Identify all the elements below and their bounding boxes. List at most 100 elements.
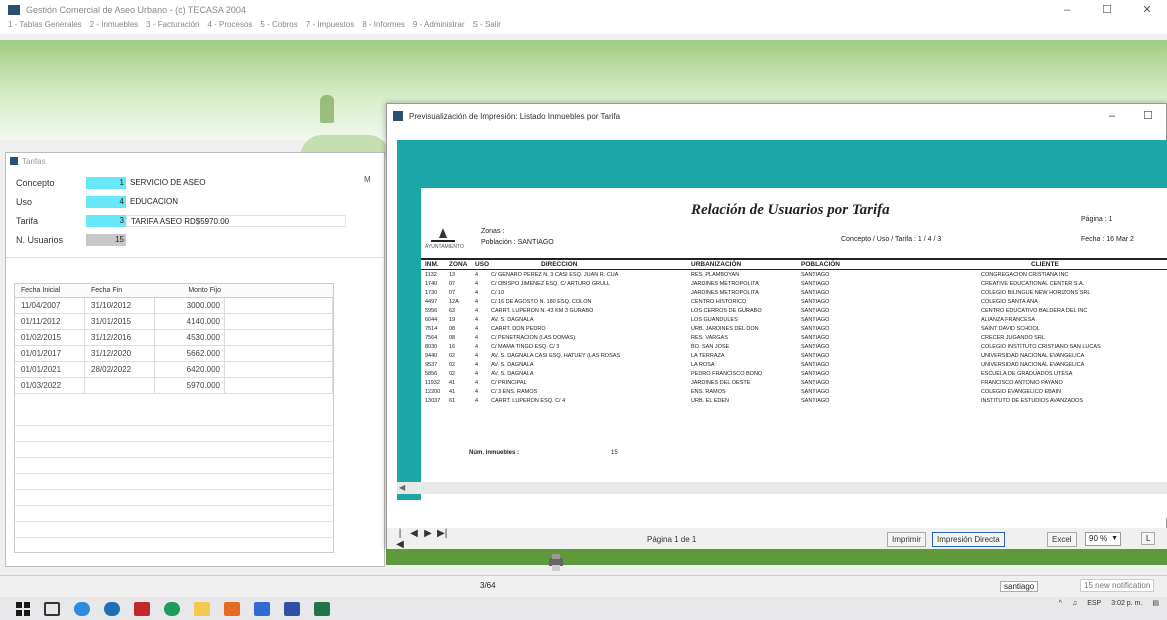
print-button[interactable]: Imprimir — [887, 532, 926, 547]
cell-monto: 4140.000 — [155, 314, 225, 329]
report-column-headers: INM. ZONA USO DIRECCION URBANIZACIÓN POB… — [421, 258, 1167, 270]
uso-desc: EDUCACION — [130, 196, 179, 206]
language-indicator[interactable]: ESP — [1087, 600, 1101, 607]
cell-cliente: COLEGIO INSTITUTO CRISTIANO SAN LUCAS — [981, 344, 1101, 350]
preview-canvas[interactable]: AYUNTAMIENTO Relación de Usuarios por Ta… — [397, 140, 1167, 518]
cell-cliente: CREATIVE EDUCATIONAL CENTER S.A. — [981, 281, 1085, 287]
cell-urbanizacion: URB. JARDINES DEL DON — [691, 326, 759, 332]
table-row[interactable]: 01/03/2022 5970.000 — [15, 378, 333, 394]
windows-start-icon[interactable] — [16, 601, 30, 616]
table-row[interactable]: 01/02/2015 31/12/2016 4530.000 — [15, 330, 333, 346]
menu-tablas[interactable]: 1 - Tablas Generales — [8, 20, 82, 34]
cell-poblacion: SANTIAGO — [801, 335, 830, 341]
last-page-button[interactable]: ▶| — [437, 528, 447, 550]
cell-uso: 4 — [475, 335, 479, 341]
col-fecha-inicial[interactable]: Fecha Inicial — [15, 284, 85, 297]
menu-impuestos[interactable]: 7 - Impuestos — [306, 20, 354, 34]
cell-zona: 02 — [449, 353, 456, 359]
usuarios-count: 15 — [86, 233, 126, 246]
app-icon — [8, 5, 20, 15]
menu-informes[interactable]: 8 - Informes — [362, 20, 405, 34]
concepto-code-field[interactable]: 1 — [86, 176, 126, 189]
zoom-select[interactable]: 90 % ▼ — [1085, 532, 1121, 546]
report-row: 1740 07 4 C/ OBISPO JIMENEZ ESQ. C/ ARTURO … — [421, 281, 1167, 290]
next-page-button[interactable]: ▶ — [423, 528, 433, 550]
clock[interactable]: 3:02 p. m. — [1111, 600, 1142, 607]
excel-icon[interactable] — [314, 601, 330, 616]
uso-code-field[interactable]: 4 — [86, 195, 126, 208]
maximize-button[interactable]: ☐ — [1130, 104, 1166, 128]
minimize-button[interactable]: – — [1094, 104, 1130, 128]
foxit-icon[interactable] — [134, 601, 150, 616]
task-view-icon[interactable] — [44, 601, 60, 616]
network-icon[interactable]: ♫ — [1072, 600, 1077, 607]
browser-icon[interactable] — [164, 601, 180, 616]
cell-monto: 4530.000 — [155, 330, 225, 345]
preview-toolbar: |◀ ◀ ▶ ▶| Página 1 de 1 Imprimir Impresi… — [387, 528, 1167, 550]
printer-icon[interactable] — [545, 552, 567, 574]
usuarios-row: N. Usuarios 15 — [16, 232, 374, 247]
col-monto-fijo[interactable]: Monto Fijo — [155, 284, 225, 297]
cell-urbanizacion: CENTRO HISTORICO — [691, 299, 747, 305]
cell-fecha-fin: 31/12/2016 — [85, 330, 155, 345]
record-counter: 3/64 — [480, 581, 496, 590]
grid-empty-rows — [15, 410, 333, 552]
close-button[interactable]: ✕ — [1127, 0, 1167, 20]
direct-print-button[interactable]: Impresión Directa — [932, 532, 1005, 547]
menu-cobros[interactable]: 5 - Cobros — [260, 20, 297, 34]
table-row[interactable]: 01/11/2012 31/01/2015 4140.000 — [15, 314, 333, 330]
taskbar: ^ ♫ ESP 3:02 p. m. ▤ — [0, 597, 1167, 620]
report-row: 5956 63 4 CARRT. LUPERON N. 43 KM 3 GURABO L… — [421, 308, 1167, 317]
hdr-inm: INM. — [425, 261, 439, 268]
extra-button[interactable]: L — [1141, 532, 1156, 545]
notifications-badge[interactable]: 15 new notification — [1080, 579, 1155, 592]
report-row: 12200 41 4 C/ 3 ENS. RAMOS ENS. RAMOS SANTIAG… — [421, 389, 1167, 398]
first-page-button[interactable]: |◀ — [395, 528, 405, 550]
tarifa-code-field[interactable]: 3 — [86, 214, 126, 227]
grid-header: Fecha Inicial Fecha Fin Monto Fijo — [15, 284, 333, 298]
report-total-label: Núm. inmuebles : — [469, 450, 520, 456]
menu-inmuebles[interactable]: 2 - Inmuebles — [90, 20, 138, 34]
menu-procesos[interactable]: 4 - Procesos — [208, 20, 253, 34]
app-icon-orange[interactable] — [224, 601, 240, 616]
main-titlebar: Gestión Comercial de Aseo Urbano - (c) T… — [0, 0, 1167, 20]
cell-zona: 08 — [449, 335, 456, 341]
cell-zona: 12A — [449, 299, 459, 305]
menu-facturacion[interactable]: 3 - Facturación — [146, 20, 199, 34]
outlook-icon[interactable] — [254, 601, 270, 616]
notification-center-icon[interactable]: ▤ — [1152, 599, 1159, 607]
col-fecha-fin[interactable]: Fecha Fin — [85, 284, 155, 297]
page-indicator: Página 1 de 1 — [647, 534, 697, 544]
tarifa-desc-field[interactable]: TARIFA ASEO RD$5970.00 — [126, 214, 346, 227]
report-concepto: Concepto / Uso / Tarifa : 1 / 4 / 3 — [841, 236, 942, 243]
window-icon — [10, 157, 18, 165]
horizontal-scrollbar[interactable]: ◀ — [397, 482, 1167, 494]
scroll-left-icon[interactable]: ◀ — [399, 482, 405, 494]
cell-zona: 07 — [449, 290, 456, 296]
word-icon[interactable] — [284, 601, 300, 616]
edge-icon[interactable] — [74, 601, 90, 616]
prev-page-button[interactable]: ◀ — [409, 528, 419, 550]
chrome-icon[interactable] — [104, 601, 120, 616]
report-title: Relación de Usuarios por Tarifa — [691, 202, 890, 218]
report-page: AYUNTAMIENTO Relación de Usuarios por Ta… — [421, 188, 1167, 518]
cell-fecha-inicial: 01/03/2022 — [15, 378, 85, 393]
menu-salir[interactable]: S - Salir — [473, 20, 501, 34]
table-row[interactable]: 01/01/2021 28/02/2022 6420.000 — [15, 362, 333, 378]
table-row[interactable]: 11/04/2007 31/10/2012 3000.000 — [15, 298, 333, 314]
minimize-button[interactable]: – — [1047, 0, 1087, 20]
excel-button[interactable]: Excel — [1047, 532, 1077, 547]
cell-inm: 7564 — [425, 335, 438, 341]
table-row[interactable]: 01/01/2017 31/12/2020 5662.000 — [15, 346, 333, 362]
menu-administrar[interactable]: 9 - Administrar — [413, 20, 465, 34]
cell-cliente: UNIVERSIDAD NACIONAL EVANGELICA — [981, 353, 1085, 359]
window-icon — [393, 111, 403, 121]
cell-inm: 7514 — [425, 326, 438, 332]
chevron-up-icon[interactable]: ^ — [1059, 600, 1062, 607]
file-explorer-icon[interactable] — [194, 601, 210, 616]
menubar: 1 - Tablas Generales 2 - Inmuebles 3 - F… — [0, 20, 1167, 34]
maximize-button[interactable]: ☐ — [1087, 0, 1127, 20]
cell-poblacion: SANTIAGO — [801, 317, 830, 323]
main-window-title: Gestión Comercial de Aseo Urbano - (c) T… — [26, 5, 246, 15]
cell-cliente: INSTITUTO DE ESTUDIOS AVANZADOS — [981, 398, 1084, 404]
